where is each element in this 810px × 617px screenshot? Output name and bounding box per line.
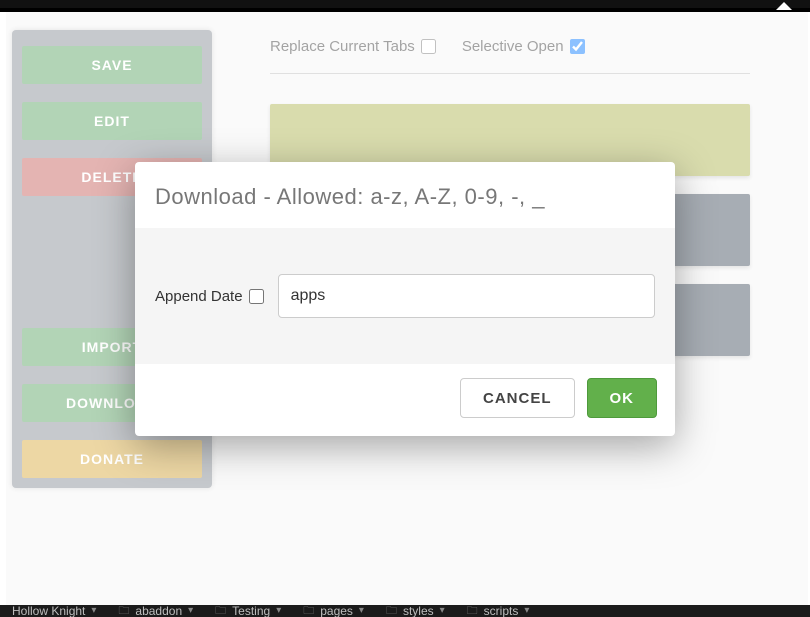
chevron-down-icon: ▾ <box>188 605 193 617</box>
folder-icon: 🗀 <box>215 605 226 617</box>
modal-body: Append Date <box>135 228 675 364</box>
chevron-down-icon: ▾ <box>440 605 445 617</box>
ok-button[interactable]: OK <box>587 378 658 418</box>
tab-abaddon[interactable]: 🗀 abaddon ▾ <box>112 605 199 617</box>
chevron-down-icon: ▾ <box>524 605 529 617</box>
browser-tab-strip: Hollow Knight ▾ 🗀 abaddon ▾ 🗀 Testing ▾ … <box>0 605 810 617</box>
filename-input[interactable] <box>278 274 655 318</box>
modal-title: Download - Allowed: a-z, A-Z, 0-9, -, _ <box>135 162 675 228</box>
append-date-label: Append Date <box>155 288 243 305</box>
tab-label: abaddon <box>135 605 182 617</box>
tab-label: scripts <box>484 605 519 617</box>
tab-hollow-knight[interactable]: Hollow Knight ▾ <box>6 605 102 617</box>
tab-label: pages <box>320 605 353 617</box>
tab-styles[interactable]: 🗀 styles ▾ <box>380 605 451 617</box>
chevron-down-icon: ▾ <box>91 605 96 617</box>
tab-label: Hollow Knight <box>12 605 85 617</box>
folder-icon: 🗀 <box>467 605 478 617</box>
folder-icon: 🗀 <box>303 605 314 617</box>
tab-testing[interactable]: 🗀 Testing ▾ <box>209 605 287 617</box>
append-date-checkbox[interactable] <box>249 289 264 304</box>
append-date-option[interactable]: Append Date <box>155 288 264 305</box>
tab-label: Testing <box>232 605 270 617</box>
chevron-down-icon: ▾ <box>276 605 281 617</box>
folder-icon: 🗀 <box>118 605 129 617</box>
cancel-button[interactable]: CANCEL <box>460 378 575 418</box>
chevron-down-icon: ▾ <box>359 605 364 617</box>
tab-scripts[interactable]: 🗀 scripts ▾ <box>461 605 536 617</box>
tab-label: styles <box>403 605 434 617</box>
browser-top-bar <box>0 0 810 8</box>
modal-footer: CANCEL OK <box>135 364 675 436</box>
tab-pages[interactable]: 🗀 pages ▾ <box>297 605 370 617</box>
folder-icon: 🗀 <box>386 605 397 617</box>
popup-anchor-arrow-icon <box>776 2 792 10</box>
download-modal: Download - Allowed: a-z, A-Z, 0-9, -, _ … <box>135 162 675 436</box>
